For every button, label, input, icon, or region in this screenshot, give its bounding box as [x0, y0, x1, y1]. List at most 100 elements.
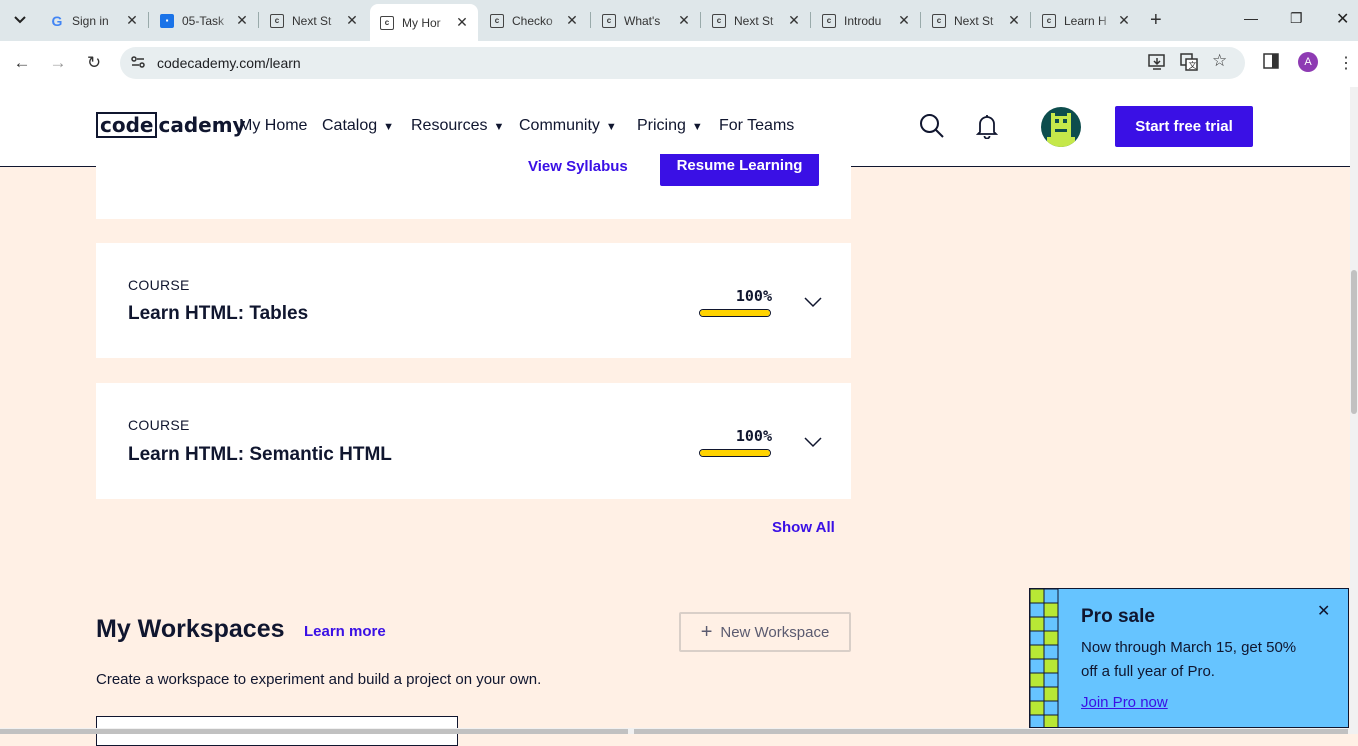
caret-down-icon: ▼ — [691, 121, 703, 133]
logo-box-text: code — [96, 112, 158, 138]
close-tab-icon[interactable]: ✕ — [452, 14, 472, 31]
progress-bar — [699, 309, 771, 317]
resume-learning-button[interactable]: Resume Learning — [660, 154, 819, 186]
horizontal-scroll-thumb[interactable] — [0, 729, 628, 734]
caret-down-icon: ▼ — [383, 121, 395, 133]
reload-icon[interactable]: ↻ — [82, 53, 106, 73]
close-tab-icon[interactable]: ✕ — [342, 12, 362, 29]
codecademy-icon: c — [932, 13, 946, 28]
tab-title: Sign in — [72, 13, 109, 28]
close-tab-icon[interactable]: ✕ — [1114, 12, 1134, 29]
more-menu-icon[interactable]: ⋮ — [1338, 53, 1354, 73]
course-card[interactable]: COURSE Learn HTML: Tables 100% — [96, 243, 851, 358]
browser-tab[interactable]: G Sign in ✕ — [40, 6, 148, 35]
browser-tab-active[interactable]: c My Hor ✕ — [370, 4, 478, 41]
browser-tab[interactable]: c Next St ✕ — [922, 6, 1030, 35]
browser-tab[interactable]: c Learn H ✕ — [1032, 6, 1140, 35]
tab-search-icon[interactable] — [8, 8, 32, 32]
course-card-partial: View Syllabus Resume Learning — [96, 154, 851, 219]
browser-tab[interactable]: c Next St ✕ — [260, 6, 368, 35]
progress-percent: 100% — [735, 427, 772, 445]
chevron-down-icon[interactable] — [804, 435, 822, 453]
progress-percent: 100% — [735, 287, 772, 305]
bookmark-star-icon[interactable]: ☆ — [1212, 51, 1227, 71]
browser-tab[interactable]: c Introdu ✕ — [812, 6, 920, 35]
codecademy-icon: c — [490, 13, 504, 28]
promo-title: Pro sale — [1081, 606, 1155, 627]
codecademy-logo[interactable]: code cademy — [96, 111, 246, 139]
install-app-icon[interactable] — [1148, 53, 1166, 75]
close-tab-icon[interactable]: ✕ — [674, 12, 694, 29]
close-tab-icon[interactable]: ✕ — [784, 12, 804, 29]
vertical-scroll-thumb[interactable] — [1351, 270, 1357, 414]
restore-icon[interactable]: ❐ — [1290, 10, 1303, 27]
tab-title: 05-Task — [182, 13, 225, 28]
nav-resources[interactable]: Resources ▼ — [411, 117, 504, 135]
new-workspace-button[interactable]: + New Workspace — [679, 612, 851, 652]
tab-title: My Hor — [402, 15, 441, 30]
browser-tab[interactable]: c What's ✕ — [592, 6, 700, 35]
back-icon[interactable]: ← — [10, 53, 34, 73]
translate-icon[interactable]: 文 — [1180, 53, 1198, 75]
address-bar[interactable]: codecademy.com/learn 文 ☆ — [120, 47, 1245, 79]
course-title[interactable]: Learn HTML: Tables — [128, 303, 308, 325]
tab-title: Next St — [954, 13, 994, 28]
browser-tabstrip: G Sign in ✕ ▪ 05-Task ✕ c Next St ✕ c My… — [0, 0, 1358, 41]
browser-tab[interactable]: ▪ 05-Task ✕ — [150, 6, 258, 35]
nav-catalog[interactable]: Catalog ▼ — [322, 117, 394, 135]
workspaces-description: Create a workspace to experiment and bui… — [96, 671, 542, 688]
close-tab-icon[interactable]: ✕ — [894, 12, 914, 29]
site-settings-icon[interactable] — [130, 54, 146, 73]
start-free-trial-button[interactable]: Start free trial — [1115, 106, 1253, 147]
browser-tab[interactable]: c Checko ✕ — [480, 6, 588, 35]
codecademy-icon: c — [270, 13, 284, 28]
browser-toolbar: ← → ↻ codecademy.com/learn 文 ☆ A ⋮ — [0, 41, 1358, 87]
course-kicker: COURSE — [128, 417, 190, 433]
show-all-link[interactable]: Show All — [772, 519, 835, 536]
workspaces-heading: My Workspaces — [96, 615, 285, 643]
horizontal-scroll-track-right — [634, 729, 1348, 734]
codecademy-icon: c — [822, 13, 836, 28]
course-card[interactable]: COURSE Learn HTML: Semantic HTML 100% — [96, 383, 851, 499]
tab-title: Next St — [292, 13, 332, 28]
tab-title: What's — [624, 13, 661, 28]
close-tab-icon[interactable]: ✕ — [562, 12, 582, 29]
close-window-icon[interactable]: ✕ — [1336, 9, 1349, 29]
url-text[interactable]: codecademy.com/learn — [157, 55, 301, 71]
codecademy-icon: c — [602, 13, 616, 28]
course-kicker: COURSE — [128, 277, 190, 293]
learn-more-link[interactable]: Learn more — [304, 623, 386, 640]
browser-tab[interactable]: c Next St ✕ — [702, 6, 810, 35]
close-tab-icon[interactable]: ✕ — [1004, 12, 1024, 29]
side-panel-icon[interactable] — [1263, 53, 1279, 73]
tab-title: Learn H — [1064, 13, 1107, 28]
profile-avatar[interactable]: A — [1298, 52, 1318, 72]
view-syllabus-link[interactable]: View Syllabus — [528, 158, 628, 175]
tab-title: Introdu — [844, 13, 882, 28]
search-icon[interactable] — [919, 113, 945, 144]
nav-pricing[interactable]: Pricing ▼ — [637, 117, 703, 135]
bell-icon[interactable] — [975, 113, 999, 144]
promo-body: Now through March 15, get 50% off a full… — [1081, 639, 1297, 680]
close-tab-icon[interactable]: ✕ — [232, 12, 252, 29]
user-avatar[interactable] — [1041, 107, 1081, 147]
svg-text:文: 文 — [1189, 60, 1197, 70]
new-workspace-label: New Workspace — [720, 623, 830, 641]
google-icon: G — [51, 12, 63, 29]
join-pro-link[interactable]: Join Pro now — [1081, 694, 1168, 711]
close-tab-icon[interactable]: ✕ — [122, 12, 142, 29]
course-title[interactable]: Learn HTML: Semantic HTML — [128, 444, 392, 466]
forward-icon[interactable]: → — [46, 53, 70, 73]
nav-my-home[interactable]: My Home — [239, 117, 307, 135]
nav-for-teams[interactable]: For Teams — [719, 117, 794, 135]
codecademy-icon: c — [712, 13, 726, 28]
tab-title: Next St — [734, 13, 774, 28]
minimize-icon[interactable]: — — [1244, 10, 1258, 26]
close-icon[interactable]: ✕ — [1317, 601, 1330, 621]
logo-rest-text: cademy — [158, 113, 246, 137]
nav-community[interactable]: Community ▼ — [519, 117, 617, 135]
new-tab-icon[interactable]: + — [1150, 9, 1162, 32]
progress-bar — [699, 449, 771, 457]
chevron-down-icon[interactable] — [804, 295, 822, 313]
pro-sale-popup: Pro sale Now through March 15, get 50% o… — [1029, 588, 1349, 728]
